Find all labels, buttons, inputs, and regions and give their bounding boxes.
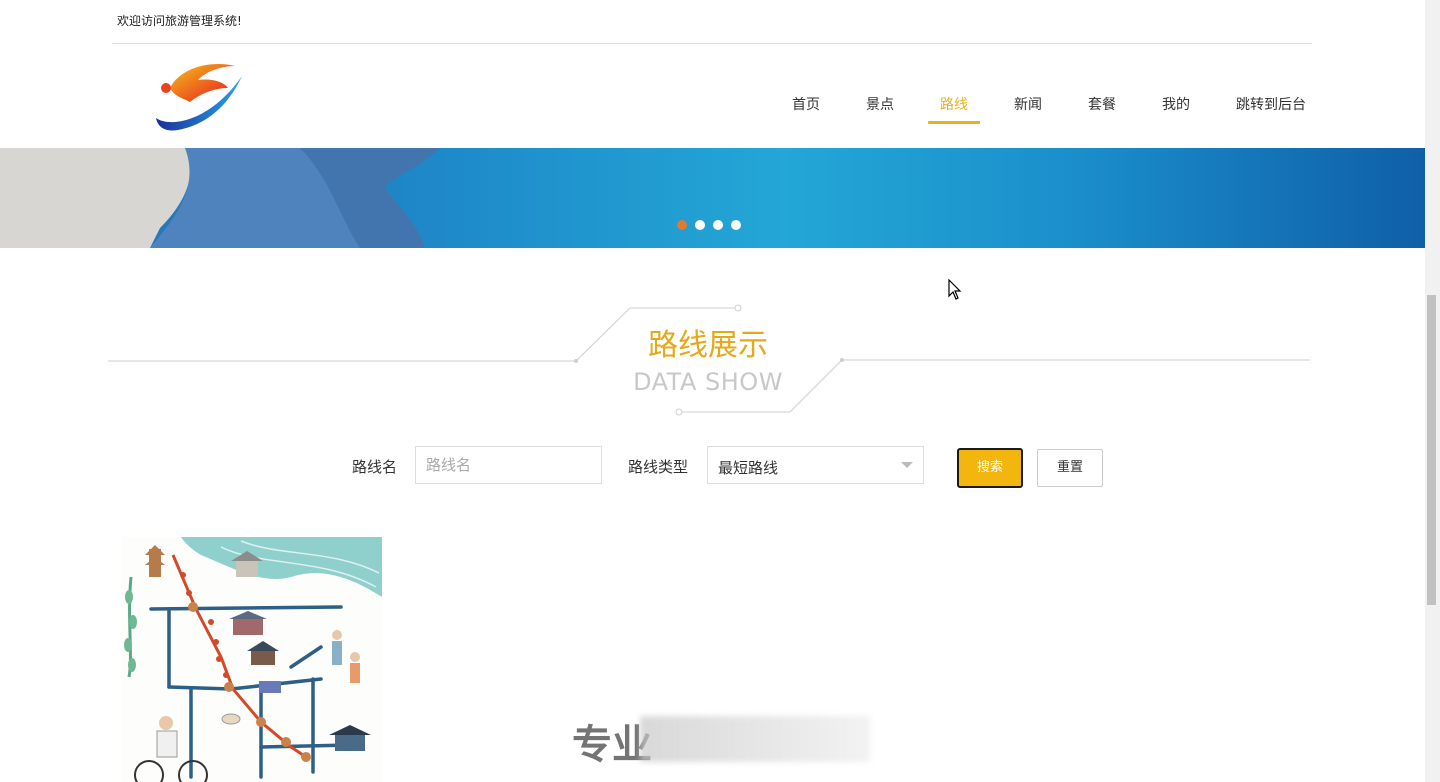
route-type-label: 路线类型 [628,458,689,476]
route-type-selected: 最短路线 [718,459,779,477]
scrollbar-thumb[interactable] [1427,295,1436,605]
carousel-dot-2[interactable] [695,220,705,230]
page: 欢迎访问旅游管理系统! 首页 景点 路线 新闻 套餐 我的 跳转到后台 路线展示… [0,0,1440,782]
nav-admin[interactable]: 跳转到后台 [1224,82,1318,124]
route-card[interactable] [121,537,382,782]
mouse-cursor-icon [948,279,962,300]
route-map-image [121,537,382,782]
nav-mine[interactable]: 我的 [1150,82,1202,124]
welcome-text: 欢迎访问旅游管理系统! [117,14,242,28]
section-subtitle: DATA SHOW [633,368,783,396]
nav-home[interactable]: 首页 [780,82,832,124]
banner-wave-graphic [0,148,440,248]
carousel-dots [677,220,749,230]
carousel-dot-4[interactable] [731,220,741,230]
nav-scenic-spots[interactable]: 景点 [854,82,906,124]
reset-button[interactable]: 重置 [1037,449,1103,487]
main-nav: 首页 景点 路线 新闻 套餐 我的 跳转到后台 [780,82,1340,126]
route-name-label: 路线名 [352,458,398,476]
route-name-input[interactable] [415,446,602,484]
section-title: 路线展示 [648,328,768,363]
nav-routes[interactable]: 路线 [928,82,980,124]
chevron-down-icon [901,462,913,468]
banner-carousel[interactable] [0,148,1425,248]
watermark-blur [640,716,870,762]
carousel-dot-3[interactable] [713,220,723,230]
nav-packages[interactable]: 套餐 [1076,82,1128,124]
logo[interactable] [150,58,248,134]
search-button[interactable]: 搜索 [957,448,1023,488]
nav-news[interactable]: 新闻 [1002,82,1054,124]
route-type-select[interactable]: 最短路线 [707,446,924,484]
carousel-dot-1[interactable] [677,220,687,230]
top-bar: 欢迎访问旅游管理系统! [112,0,1312,44]
